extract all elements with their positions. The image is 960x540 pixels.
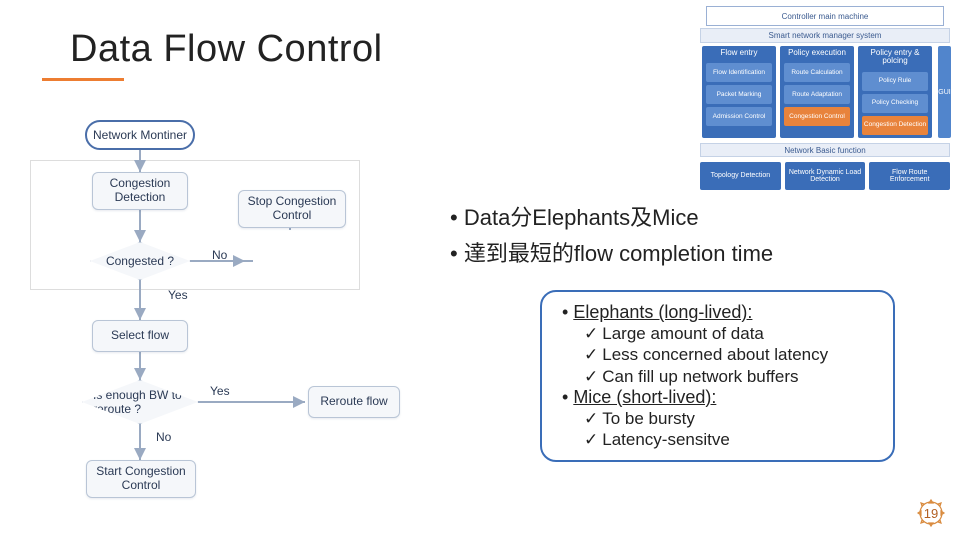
slide-title: Data Flow Control — [70, 28, 383, 71]
flow-label-yes: Yes — [168, 288, 188, 302]
flow-label-no: No — [212, 248, 227, 262]
callout-e2: Less concerned about latency — [584, 344, 879, 365]
callout-m1: To be bursty — [584, 408, 879, 429]
architecture-diagram: Controller main machine Smart network ma… — [700, 6, 950, 196]
title-underline — [42, 78, 124, 81]
arch-nbf: Network Basic function — [700, 143, 950, 157]
callout-mice: Mice (short-lived): — [562, 387, 879, 408]
callout-box: Elephants (long-lived): Large amount of … — [540, 290, 895, 462]
flow-stop-cc: Stop Congestion Control — [238, 190, 346, 228]
callout-elephants: Elephants (long-lived): — [562, 302, 879, 323]
callout-e1: Large amount of data — [584, 323, 879, 344]
flow-congestion-detection: Congestion Detection — [92, 172, 188, 210]
bullet-1: Data分Elephants及Mice — [450, 200, 920, 232]
flow-reroute: Reroute flow — [308, 386, 400, 418]
page-number-badge: 19 — [916, 498, 946, 528]
arch-gui: GUI — [938, 46, 951, 138]
flow-start-cc: Start Congestion Control — [86, 460, 196, 498]
flow-label-yes2: Yes — [210, 384, 230, 398]
callout-e3: Can fill up network buffers — [584, 366, 879, 387]
flow-select-flow: Select flow — [92, 320, 188, 352]
arch-controller: Controller main machine — [706, 6, 944, 26]
callout-m2: Latency-sensitve — [584, 429, 879, 450]
arch-sns: Smart network manager system — [700, 28, 950, 43]
arch-bottom-topology: Topology Detection — [700, 162, 781, 190]
arch-col-policyexec: Policy execution Route Calculation Route… — [780, 46, 854, 138]
flowchart: Network Montiner Congestion Detection St… — [30, 120, 440, 525]
arch-col-flowentry: Flow entry Flow Identification Packet Ma… — [702, 46, 776, 138]
arch-bottom-route: Flow Route Enforcement — [869, 162, 950, 190]
page-number: 19 — [924, 506, 938, 521]
bullet-2: 達到最短的flow completion time — [450, 236, 920, 268]
arch-bottom-load: Network Dynamic Load Detection — [785, 162, 866, 190]
flow-label-no2: No — [156, 430, 171, 444]
flow-start: Network Montiner — [85, 120, 195, 150]
arch-col-policyentry: Policy entry & polcing Policy Rule Polic… — [858, 46, 932, 138]
main-bullets: Data分Elephants及Mice 達到最短的flow completion… — [450, 200, 920, 272]
